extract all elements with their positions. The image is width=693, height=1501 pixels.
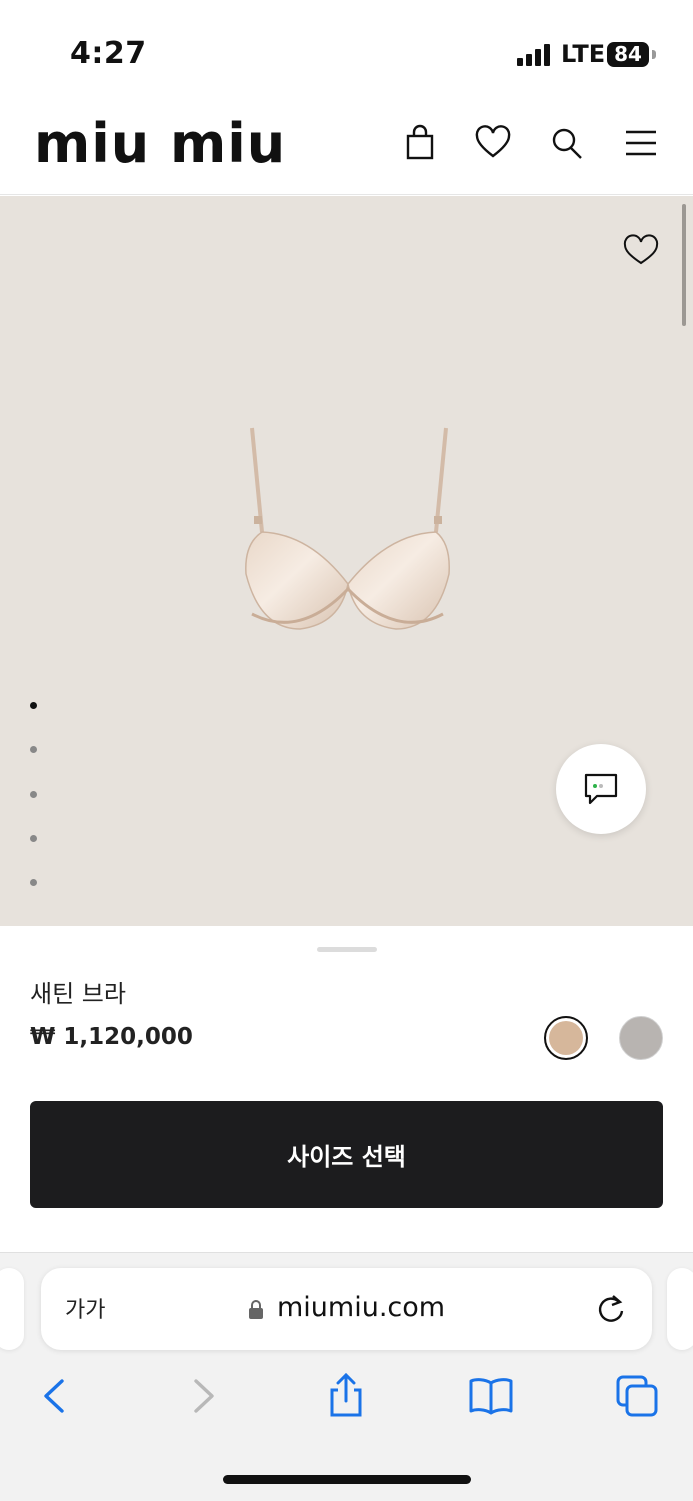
chat-button[interactable] — [556, 744, 646, 834]
sheet-handle[interactable] — [317, 947, 377, 952]
product-name: 새틴 브라 — [30, 980, 126, 1008]
battery-cap — [652, 50, 656, 59]
gallery-dot[interactable] — [30, 702, 37, 709]
gallery-dot[interactable] — [30, 835, 37, 842]
reload-icon[interactable] — [595, 1292, 627, 1326]
select-size-button[interactable]: 사이즈 선택 — [30, 1101, 663, 1208]
header-divider — [0, 194, 693, 195]
gallery-dot[interactable] — [30, 746, 37, 753]
forward-icon[interactable] — [180, 1373, 226, 1419]
text-size-button[interactable]: 가가 — [65, 1292, 105, 1324]
gallery-dot[interactable] — [30, 791, 37, 798]
next-tab-peek[interactable] — [667, 1268, 693, 1350]
scroll-indicator — [682, 204, 686, 326]
brand-logo[interactable]: miu miu — [34, 117, 286, 171]
heart-icon[interactable] — [475, 124, 511, 162]
browser-toolbar: 가가 miumiu.com — [0, 1252, 693, 1501]
bookmarks-icon[interactable] — [468, 1373, 514, 1419]
lock-icon — [249, 1300, 263, 1319]
signal-icon — [517, 44, 553, 66]
bag-icon[interactable] — [402, 124, 438, 162]
product-gallery[interactable] — [0, 196, 693, 926]
tabs-icon[interactable] — [614, 1373, 660, 1419]
previous-tab-peek[interactable] — [0, 1268, 24, 1350]
color-swatch-grey[interactable] — [619, 1016, 663, 1060]
menu-icon[interactable] — [623, 124, 659, 162]
chat-icon — [584, 773, 618, 805]
battery-icon: 84 — [607, 42, 649, 67]
back-icon[interactable] — [32, 1373, 78, 1419]
search-icon[interactable] — [549, 124, 585, 162]
product-image[interactable] — [240, 424, 455, 649]
wishlist-heart-icon[interactable] — [622, 234, 660, 266]
address-bar[interactable]: 가가 miumiu.com — [41, 1268, 652, 1350]
network-type: LTE — [561, 40, 606, 68]
status-time: 4:27 — [70, 36, 147, 71]
home-indicator — [223, 1475, 471, 1484]
gallery-dot[interactable] — [30, 879, 37, 886]
product-price: ₩ 1,120,000 — [30, 1024, 193, 1050]
share-icon[interactable] — [323, 1373, 369, 1419]
color-swatch-beige[interactable] — [544, 1016, 588, 1060]
url-text[interactable]: miumiu.com — [277, 1292, 445, 1323]
